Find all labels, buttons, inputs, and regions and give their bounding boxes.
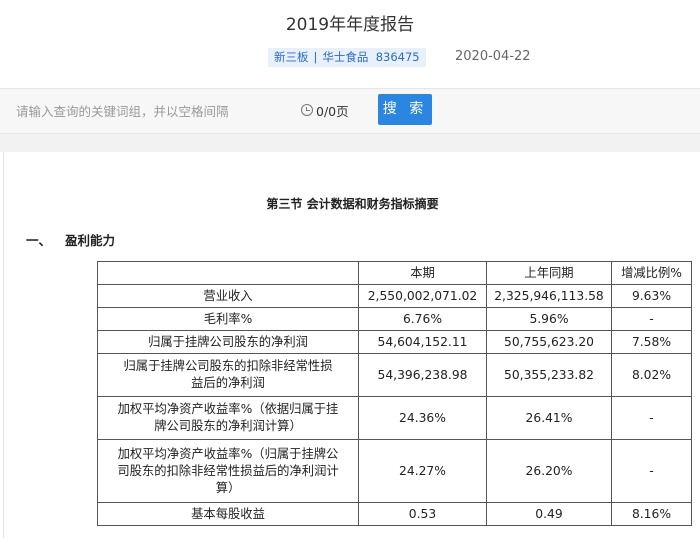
header-cell: 本期: [358, 261, 487, 285]
table-cell: 54,604,152.11: [358, 330, 487, 354]
content-divider: [0, 134, 700, 152]
table-header-row: 本期 上年同期 增减比例%: [97, 261, 692, 285]
table-row: 毛利率% 6.76% 5.96% -: [97, 307, 692, 331]
table-cell: 26.41%: [486, 396, 612, 440]
header-cell: 增减比例%: [611, 261, 692, 285]
header-cell: 上年同期: [486, 261, 612, 285]
row-label: 营业收入: [97, 284, 359, 308]
subsection-label: 盈利能力: [65, 233, 116, 248]
financial-table: 本期 上年同期 增减比例% 营业收入 2,550,002,071.02 2,32…: [97, 261, 692, 526]
company-name: 华士食品: [322, 50, 369, 64]
table-cell: 0.53: [358, 502, 487, 526]
table-row: 基本每股收益 0.53 0.49 8.16%: [97, 502, 692, 526]
table-row: 归属于挂牌公司股东的净利润 54,604,152.11 50,755,623.2…: [97, 330, 692, 354]
subsection-title: 一、 盈利能力: [26, 230, 115, 249]
row-label: 毛利率%: [97, 307, 359, 331]
section-title: 第三节 会计数据和财务指标摘要: [266, 197, 439, 211]
stock-code: 836475: [375, 50, 420, 64]
table-cell: 8.02%: [611, 353, 692, 397]
board-label: 新三板: [274, 50, 309, 64]
search-toolbar: 0/0页 搜 索: [0, 88, 700, 134]
table-cell: 9.63%: [611, 284, 692, 308]
table-cell: 50,355,233.82: [486, 353, 612, 397]
row-label: 归属于挂牌公司股东的净利润: [97, 330, 359, 354]
table-cell: 0.49: [486, 502, 612, 526]
table-cell: 24.36%: [358, 396, 487, 440]
table-row: 归属于挂牌公司股东的扣除非经常性损益后的净利润 54,396,238.98 50…: [97, 353, 692, 397]
report-header: 2019年年度报告 新三板 | 华士食品 836475 2020-04-22: [0, 0, 700, 88]
row-label: 基本每股收益: [97, 502, 359, 526]
row-label: 加权平均净资产收益率%（依据归属于挂牌公司股东的净利润计算）: [97, 396, 359, 440]
table-cell: 8.16%: [611, 502, 692, 526]
table-row: 加权平均净资产收益率%（依据归属于挂牌公司股东的净利润计算） 24.36% 26…: [97, 396, 692, 440]
table-cell: 26.20%: [486, 439, 612, 503]
table-cell: 2,325,946,113.58: [486, 284, 612, 308]
table-cell: 6.76%: [358, 307, 487, 331]
table-cell: 24.27%: [358, 439, 487, 503]
search-input[interactable]: [0, 96, 300, 126]
report-title: 2019年年度报告: [285, 15, 415, 35]
tag-separator: |: [313, 50, 318, 64]
row-label: 归属于挂牌公司股东的扣除非经常性损益后的净利润: [97, 353, 359, 397]
table-cell: -: [611, 439, 692, 503]
table-cell: 50,755,623.20: [486, 330, 612, 354]
document-page: 第三节 会计数据和财务指标摘要 一、 盈利能力 本期 上年同期 增减比例% 营业收…: [3, 152, 700, 538]
table-row: 营业收入 2,550,002,071.02 2,325,946,113.58 9…: [97, 284, 692, 308]
subsection-number: 一、: [26, 233, 52, 248]
table-cell: -: [611, 307, 692, 331]
page-spinner-icon[interactable]: [301, 104, 313, 116]
company-tag[interactable]: 新三板 | 华士食品 836475: [268, 48, 426, 67]
table-cell: -: [611, 396, 692, 440]
table-row: 加权平均净资产收益率%（归属于挂牌公司股东的扣除非经常性损益后的净利润计算） 2…: [97, 439, 692, 503]
table-cell: 7.58%: [611, 330, 692, 354]
header-cell: [97, 261, 359, 285]
table-cell: 2,550,002,071.02: [358, 284, 487, 308]
report-date: 2020-04-22: [455, 49, 531, 64]
table-cell: 54,396,238.98: [358, 353, 487, 397]
row-label: 加权平均净资产收益率%（归属于挂牌公司股东的扣除非经常性损益后的净利润计算）: [97, 439, 359, 503]
search-button[interactable]: 搜 索: [378, 94, 432, 125]
page-count: 0/0页: [316, 104, 349, 119]
table-cell: 5.96%: [486, 307, 612, 331]
